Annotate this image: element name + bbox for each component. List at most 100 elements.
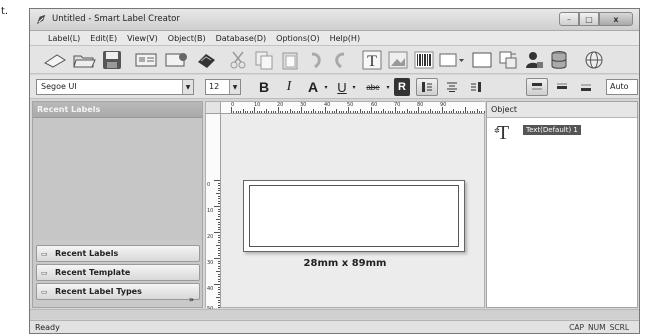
ruler-tick	[214, 180, 220, 181]
cut-icon[interactable]	[226, 49, 250, 71]
design-canvas[interactable]: 0 10 20 30 40 50 60 70 80 90 0 10 20 30 …	[205, 101, 488, 312]
left-panel: Recent Labels ▭ Recent Labels ▭ Recent T…	[32, 101, 203, 308]
label-preview[interactable]	[243, 180, 465, 252]
ruler-tick	[308, 111, 310, 113]
redo-icon[interactable]	[328, 49, 352, 71]
ruler-tick	[301, 107, 303, 113]
chevron-down-icon[interactable]: ▾	[384, 78, 392, 96]
page-fragment-text: t.	[1, 6, 9, 17]
text-object-icon: ✲ T	[494, 122, 510, 144]
num-lock-indicator: NUM	[588, 323, 606, 332]
ruler-tick	[218, 286, 220, 288]
valign-top-button[interactable]	[526, 78, 548, 96]
close-button[interactable]: x	[599, 12, 633, 26]
strikethrough-button[interactable]: abe	[362, 78, 384, 96]
menu-object[interactable]: Object(B)	[168, 34, 206, 43]
rectangle-tool-icon[interactable]	[470, 49, 494, 71]
horizontal-scrollbar[interactable]	[30, 309, 639, 319]
ruler-tick	[362, 111, 364, 113]
ruler-tick	[218, 198, 220, 200]
ruler-tick	[392, 111, 394, 113]
ruler-tick	[441, 107, 443, 113]
ruler-tick	[218, 304, 220, 306]
print-icon[interactable]	[194, 49, 218, 71]
ruler-tick	[432, 111, 434, 113]
status-text: Ready	[35, 323, 60, 332]
valign-bottom-button[interactable]	[576, 78, 596, 96]
italic-button[interactable]: I	[280, 78, 298, 96]
minimize-button[interactable]: –	[559, 12, 579, 26]
globe-icon[interactable]	[582, 49, 606, 71]
new-label-icon[interactable]	[42, 49, 68, 71]
menu-view[interactable]: View(V)	[127, 34, 158, 43]
ruler-tick	[261, 111, 263, 113]
label-template-icon[interactable]	[133, 49, 159, 71]
ruler-tick	[476, 109, 478, 113]
ruler-tick	[352, 111, 354, 113]
auto-size-field[interactable]: Auto	[606, 79, 638, 95]
ruler-tick	[420, 111, 422, 113]
font-color-button[interactable]: A	[304, 78, 322, 96]
object-list-item[interactable]: ✲ T Text(Default) 1	[494, 122, 581, 145]
status-indicators: CAP NUM SCRL	[569, 323, 629, 332]
ruler-tick	[345, 111, 347, 113]
reverse-button[interactable]: R	[394, 78, 410, 96]
align-left-button[interactable]	[416, 78, 438, 96]
ruler-tick	[331, 111, 333, 113]
text-tool-icon[interactable]: T	[360, 49, 384, 71]
recent-template-button[interactable]: ▭ Recent Template	[36, 264, 200, 281]
font-size-select[interactable]: 12 ▼	[205, 79, 241, 95]
ruler-tick	[329, 111, 331, 113]
valign-middle-button[interactable]	[552, 78, 572, 96]
maximize-button[interactable]: □	[579, 12, 599, 26]
expand-more-icon[interactable]: »	[189, 295, 194, 304]
vertical-ruler: 0 10 20 30 40 50	[206, 114, 221, 312]
ruler-tick	[218, 291, 220, 293]
ruler-tick	[235, 111, 237, 113]
title-bar: Untitled - Smart Label Creator – □ x	[30, 9, 639, 31]
save-icon[interactable]	[100, 49, 124, 71]
chevron-down-icon[interactable]: ▾	[350, 78, 358, 96]
menu-database[interactable]: Database(D)	[216, 34, 267, 43]
align-center-button[interactable]	[442, 78, 462, 96]
line-tool-icon[interactable]	[496, 49, 520, 71]
copy-icon[interactable]	[252, 49, 276, 71]
valign-bottom-icon	[581, 84, 591, 91]
align-right-button[interactable]	[466, 78, 486, 96]
database-icon[interactable]	[547, 49, 571, 71]
ruler-tick	[218, 226, 220, 228]
ruler-tick	[418, 107, 420, 113]
align-right-icon	[471, 82, 481, 92]
shape-tool-icon[interactable]	[438, 49, 466, 71]
image-tool-icon[interactable]	[386, 49, 410, 71]
ruler-tick	[218, 221, 220, 223]
menu-help[interactable]: Help(H)	[330, 34, 361, 43]
ruler-tick	[336, 109, 338, 113]
chevron-down-icon[interactable]: ▼	[229, 80, 240, 94]
undo-icon[interactable]	[304, 49, 328, 71]
open-folder-icon[interactable]	[71, 49, 97, 71]
ruler-tick	[305, 111, 307, 113]
recent-labels-button[interactable]: ▭ Recent Labels	[36, 245, 200, 262]
label-printable-area[interactable]	[249, 185, 459, 247]
ruler-tick	[387, 111, 389, 113]
font-family-value: Segoe UI	[41, 82, 77, 91]
underline-button[interactable]: U	[334, 78, 350, 96]
ruler-tick	[218, 211, 220, 213]
paste-icon[interactable]	[278, 49, 302, 71]
label-type-icon[interactable]	[163, 49, 189, 71]
menu-edit[interactable]: Edit(E)	[90, 34, 117, 43]
chevron-down-icon[interactable]: ▾	[322, 78, 330, 96]
menu-options[interactable]: Options(O)	[276, 34, 319, 43]
chevron-down-icon[interactable]: ▼	[182, 80, 193, 94]
ruler-tick	[366, 111, 368, 113]
font-family-select[interactable]: Segoe UI ▼	[36, 79, 194, 95]
ruler-tick	[376, 111, 378, 113]
user-icon[interactable]	[522, 49, 546, 71]
barcode-tool-icon[interactable]	[412, 49, 436, 71]
menu-label[interactable]: Label(L)	[48, 34, 80, 43]
bold-button[interactable]: B	[255, 78, 273, 96]
ruler-tick	[233, 111, 235, 113]
recent-label-types-button[interactable]: ▭ Recent Label Types	[36, 283, 200, 300]
caps-lock-indicator: CAP	[569, 323, 585, 332]
